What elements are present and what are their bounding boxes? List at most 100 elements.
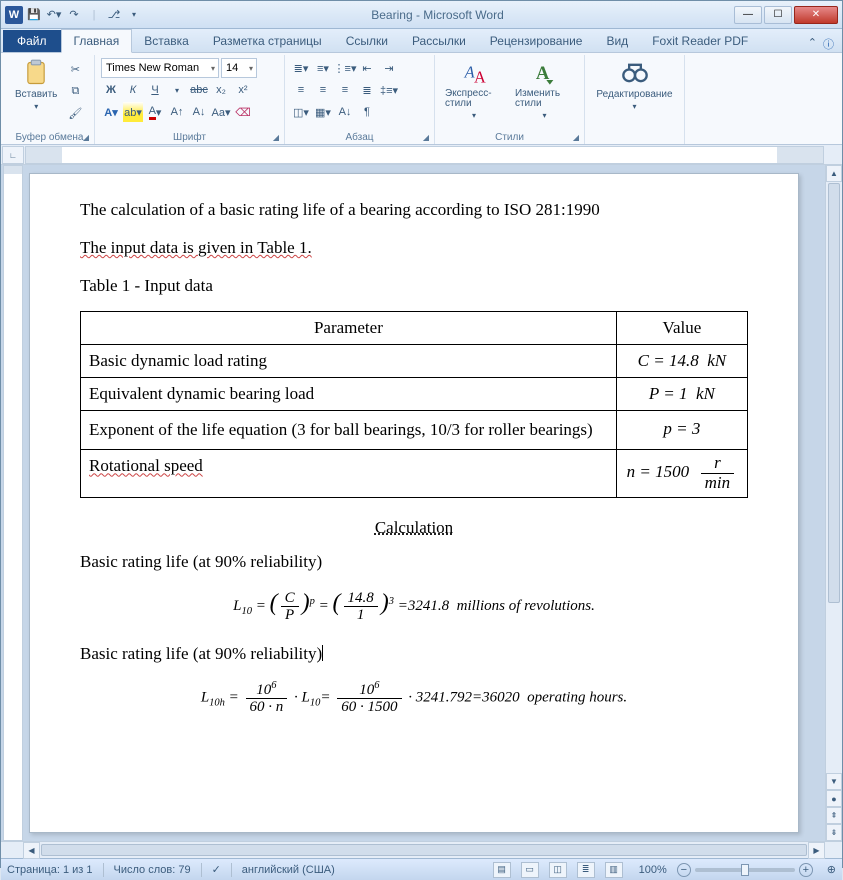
horizontal-scrollbar[interactable]: ◀ ▶ xyxy=(23,842,825,858)
quick-access-toolbar: W 💾 ↶▾ ↷ | ⎇ ▾ xyxy=(5,6,143,24)
increase-indent-icon[interactable]: ⇥ xyxy=(379,58,399,78)
numbering-icon[interactable]: ≡▾ xyxy=(313,58,333,78)
web-layout-view-icon[interactable]: ◫ xyxy=(549,862,567,878)
status-language[interactable]: английский (США) xyxy=(242,864,335,876)
subscript-button[interactable]: x₂ xyxy=(211,80,231,100)
minimize-button[interactable]: — xyxy=(734,6,762,24)
superscript-button[interactable]: x² xyxy=(233,80,253,100)
status-words[interactable]: Число слов: 79 xyxy=(114,864,191,876)
document-area: The calculation of a basic rating life o… xyxy=(1,165,842,841)
draft-view-icon[interactable]: ▥ xyxy=(605,862,623,878)
redo-icon[interactable]: ↷ xyxy=(65,6,83,24)
copy-icon[interactable]: ⧉ xyxy=(65,81,85,101)
font-color-icon[interactable]: A▾ xyxy=(145,102,165,122)
bullets-icon[interactable]: ≣▾ xyxy=(291,58,311,78)
font-size-select[interactable]: 14 xyxy=(221,58,257,78)
horizontal-ruler[interactable] xyxy=(25,146,824,164)
cut-icon[interactable]: ✂ xyxy=(65,59,85,79)
zoom-thumb[interactable] xyxy=(741,864,749,876)
next-page-icon[interactable]: ⇟ xyxy=(826,824,842,841)
status-sep xyxy=(231,863,232,877)
change-case-icon[interactable]: Aa▾ xyxy=(211,102,231,122)
line-spacing-icon[interactable]: ‡≡▾ xyxy=(379,80,399,100)
browse-object-icon[interactable]: ● xyxy=(826,790,842,807)
tab-view[interactable]: Вид xyxy=(594,30,640,52)
maximize-button[interactable]: ☐ xyxy=(764,6,792,24)
tab-references[interactable]: Ссылки xyxy=(334,30,400,52)
close-button[interactable]: ✕ xyxy=(794,6,838,24)
tab-review[interactable]: Рецензирование xyxy=(478,30,595,52)
zoom-out-icon[interactable]: − xyxy=(677,863,691,877)
tab-layout[interactable]: Разметка страницы xyxy=(201,30,334,52)
strike-button[interactable]: abc xyxy=(189,80,209,100)
print-layout-view-icon[interactable]: ▤ xyxy=(493,862,511,878)
justify-icon[interactable]: ≣ xyxy=(357,80,377,100)
tab-insert[interactable]: Вставка xyxy=(132,30,201,52)
format-painter-icon[interactable]: 🖌 xyxy=(65,103,85,123)
horizontal-scroll-area: ◀ ▶ xyxy=(1,841,842,858)
paste-button[interactable]: Вставить ▾ xyxy=(11,57,61,123)
align-right-icon[interactable]: ≡ xyxy=(335,80,355,100)
tab-foxit[interactable]: Foxit Reader PDF xyxy=(640,30,760,52)
clear-format-icon[interactable]: ⌫ xyxy=(233,102,253,122)
align-left-icon[interactable]: ≡ xyxy=(291,80,311,100)
document-page[interactable]: The calculation of a basic rating life o… xyxy=(29,173,799,833)
table-row: Rotational speedn = 1500 rmin xyxy=(81,450,748,497)
undo-icon[interactable]: ↶▾ xyxy=(45,6,63,24)
prev-page-icon[interactable]: ⇞ xyxy=(826,807,842,824)
sort-icon[interactable]: A↓ xyxy=(335,102,355,122)
qat-dropdown-icon[interactable]: ▾ xyxy=(125,6,143,24)
grow-font-icon[interactable]: A↑ xyxy=(167,102,187,122)
scroll-up-icon[interactable]: ▲ xyxy=(826,165,842,182)
italic-button[interactable]: К xyxy=(123,80,143,100)
font-launcher-icon[interactable]: ◢ xyxy=(271,132,281,142)
zoom-track[interactable] xyxy=(695,868,795,872)
decrease-indent-icon[interactable]: ⇤ xyxy=(357,58,377,78)
scroll-thumb[interactable] xyxy=(828,183,840,603)
scroll-down-icon[interactable]: ▼ xyxy=(826,773,842,790)
paragraph-launcher-icon[interactable]: ◢ xyxy=(421,132,431,142)
underline-button[interactable]: Ч xyxy=(145,80,165,100)
minimize-ribbon-icon[interactable]: ⌃ xyxy=(808,36,817,52)
save-icon[interactable]: 💾 xyxy=(25,6,43,24)
editing-button[interactable]: Редактирование▾ xyxy=(591,57,678,113)
tab-home[interactable]: Главная xyxy=(61,29,133,53)
show-marks-icon[interactable]: ¶ xyxy=(357,102,377,122)
multilevel-icon[interactable]: ⋮≡▾ xyxy=(335,58,355,78)
zoom-level[interactable]: 100% xyxy=(639,864,667,876)
scroll-right-icon[interactable]: ▶ xyxy=(808,842,825,859)
status-page[interactable]: Страница: 1 из 1 xyxy=(7,864,93,876)
text-effects-icon[interactable]: A▾ xyxy=(101,102,121,122)
status-bar: Страница: 1 из 1 Число слов: 79 ✓ англий… xyxy=(1,858,842,880)
font-name-select[interactable]: Times New Roman xyxy=(101,58,219,78)
bold-button[interactable]: Ж xyxy=(101,80,121,100)
full-reading-view-icon[interactable]: ▭ xyxy=(521,862,539,878)
help-icon[interactable]: ⓘ xyxy=(823,36,834,52)
tab-file[interactable]: Файл xyxy=(3,30,61,52)
qat-extra-icon[interactable]: ⎇ xyxy=(105,6,123,24)
zoom-fit-icon[interactable]: ⊕ xyxy=(827,863,836,876)
scroll-left-icon[interactable]: ◀ xyxy=(23,842,40,859)
hscroll-thumb[interactable] xyxy=(41,844,807,856)
underline-dd-icon[interactable]: ▾ xyxy=(167,80,187,100)
shading-icon[interactable]: ◫▾ xyxy=(291,102,311,122)
th-value: Value xyxy=(616,312,747,345)
zoom-in-icon[interactable]: + xyxy=(799,863,813,877)
styles-launcher-icon[interactable]: ◢ xyxy=(571,132,581,142)
outline-view-icon[interactable]: ≣ xyxy=(577,862,595,878)
vertical-ruler[interactable] xyxy=(3,165,23,841)
highlight-icon[interactable]: ab▾ xyxy=(123,102,143,122)
clipboard-launcher-icon[interactable]: ◢ xyxy=(81,132,91,142)
status-sep xyxy=(201,863,202,877)
change-styles-icon: A xyxy=(530,59,558,87)
tab-mailings[interactable]: Рассылки xyxy=(400,30,478,52)
quick-styles-button[interactable]: AA Экспресс-стили▾ xyxy=(441,57,507,123)
shrink-font-icon[interactable]: A↓ xyxy=(189,102,209,122)
borders-icon[interactable]: ▦▾ xyxy=(313,102,333,122)
change-styles-label: Изменить стили xyxy=(515,89,574,109)
align-center-icon[interactable]: ≡ xyxy=(313,80,333,100)
tab-selector[interactable]: ∟ xyxy=(2,146,24,164)
proofing-icon[interactable]: ✓ xyxy=(212,863,221,876)
vertical-scrollbar[interactable]: ▲ ▼ ● ⇞ ⇟ xyxy=(825,165,842,841)
change-styles-button[interactable]: A Изменить стили▾ xyxy=(511,57,578,123)
